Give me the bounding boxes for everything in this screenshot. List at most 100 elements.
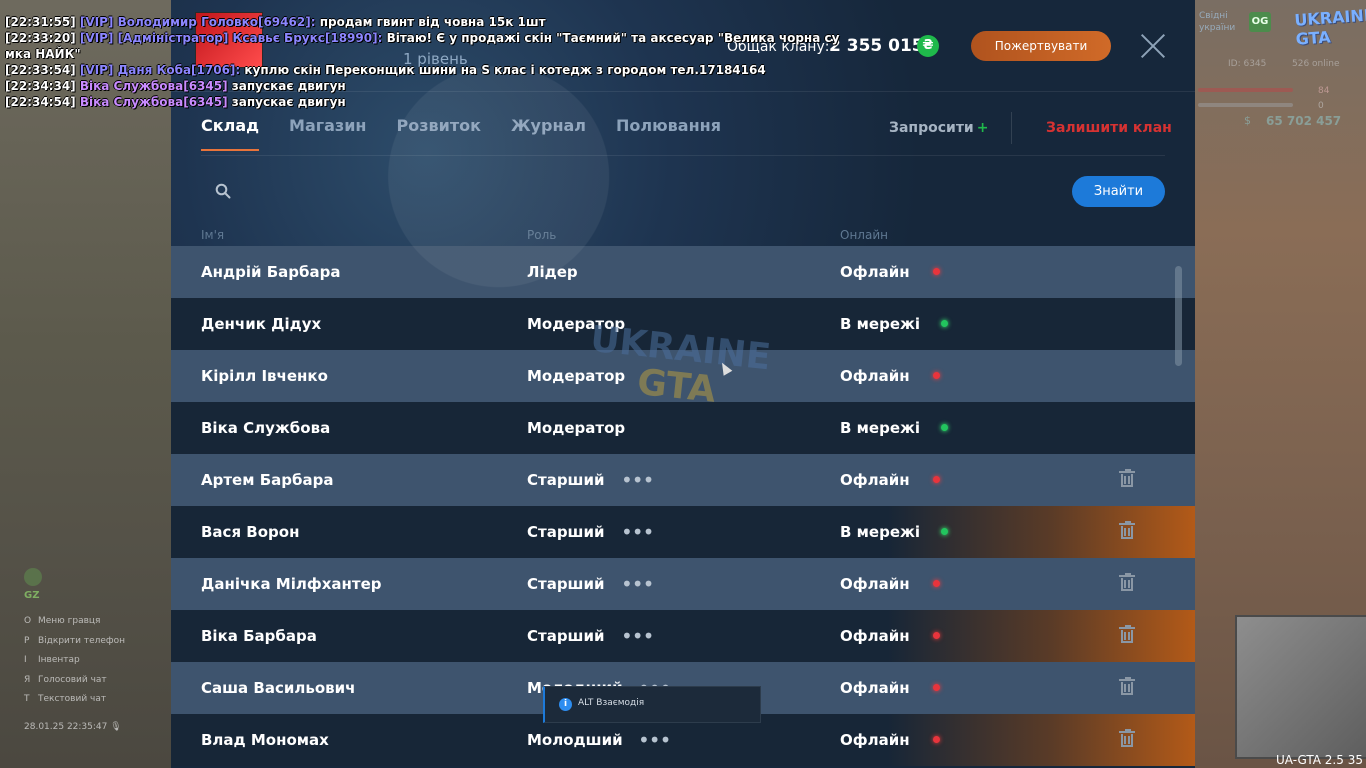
keybind-hint: Я Голосовий чат <box>24 675 125 695</box>
member-status: В мережі <box>840 419 921 437</box>
hint-label: Текстовий чат <box>38 694 107 704</box>
trash-icon[interactable] <box>1119 573 1135 591</box>
member-row[interactable]: Віка Барбара Старший ••• Офлайн <box>171 610 1195 662</box>
interaction-tooltip: i ALT Взаємодія <box>543 686 761 723</box>
hint-label: Голосовий чат <box>38 674 107 685</box>
member-name: Кірілл Івченко <box>201 367 328 385</box>
member-role: Старший <box>527 523 605 541</box>
search-icon <box>215 183 231 199</box>
member-role: Старший <box>527 471 605 489</box>
chat-nick: Віка Службова[6345] <box>79 95 228 109</box>
offline-status-dot <box>933 580 940 587</box>
member-row[interactable]: Віка Службова Модератор В мережі <box>171 402 1195 454</box>
member-role: Лідер <box>527 263 578 281</box>
tab-magazyn[interactable]: Магазин <box>289 116 366 151</box>
chat-line: [22:34:54] Віка Службова[6345] запускає … <box>5 94 839 110</box>
trash-icon[interactable] <box>1119 521 1135 539</box>
keybind-hints: O Меню гравця P Відкрити телефон I Інвентар Я Г… <box>24 616 125 714</box>
member-name: Саша Васильович <box>201 679 356 697</box>
trash-icon[interactable] <box>1119 677 1135 695</box>
hud-armor-bar <box>1198 103 1293 107</box>
member-name: Віка Барбара <box>201 627 317 645</box>
coin-icon: ₴ <box>917 35 939 57</box>
offline-status-dot <box>933 632 940 639</box>
tab-sklad[interactable]: Склад <box>201 116 260 151</box>
hud-player-id: ID: 6345 <box>1228 59 1267 69</box>
find-button[interactable]: Знайти <box>1072 176 1165 207</box>
tab-zhurnal[interactable]: Журнал <box>511 116 586 151</box>
more-options-icon[interactable]: ••• <box>638 730 671 750</box>
hint-key: P <box>24 635 30 646</box>
hint-key: Я <box>24 674 31 685</box>
chat-timestamp: [22:34:54] <box>5 95 76 109</box>
online-status-dot <box>941 320 948 327</box>
online-status-dot <box>941 528 948 535</box>
hint-key: I <box>24 655 27 665</box>
keybind-hint: O Меню гравця <box>24 616 125 636</box>
clan-tabs: Склад Магазин Розвиток Журнал Полювання <box>201 116 721 151</box>
chat-tag: [VIP] <box>79 31 114 45</box>
chat-tag: [VIP] <box>79 15 114 29</box>
members-scrollbar[interactable] <box>1175 266 1182 366</box>
member-row[interactable]: Данічка Мілфхантер Старший ••• Офлайн <box>171 558 1195 610</box>
chat-line: [22:33:54] [VIP] Даня Коба[1706]: куплю … <box>5 62 839 78</box>
more-options-icon[interactable]: ••• <box>621 626 654 646</box>
hint-label: Відкрити телефон <box>38 635 126 646</box>
hud-money: 65 702 457 <box>1266 114 1342 128</box>
offline-status-dot <box>933 268 940 275</box>
member-status: Офлайн <box>840 575 910 593</box>
member-row[interactable]: Вася Ворон Старший ••• В мережі <box>171 506 1195 558</box>
tabs-divider <box>201 155 1165 156</box>
hud-og-badge: OG <box>1249 12 1271 32</box>
chat-message: продам гвинт від човна 15к 1шт <box>319 15 546 29</box>
member-row[interactable]: Артем Барбара Старший ••• Офлайн <box>171 454 1195 506</box>
hint-key: O <box>24 616 32 626</box>
chat-line: [22:33:20] [VIP] [Адміністратор] Ксавьє … <box>5 30 839 46</box>
chat-message: мка НАЙК" <box>5 47 81 61</box>
trash-icon[interactable] <box>1119 729 1135 747</box>
online-status-dot <box>941 424 948 431</box>
member-name: Данічка Мілфхантер <box>201 575 382 593</box>
hud-health-bar <box>1198 88 1293 92</box>
hint-label: Інвентар <box>38 655 80 665</box>
hud-datetime: 28.01.25 22:35:47 🎙 <box>24 722 122 732</box>
game-version: UA-GTA 2.5 35 <box>1276 753 1363 767</box>
trash-icon[interactable] <box>1119 469 1135 487</box>
member-status: Офлайн <box>840 679 910 697</box>
trash-icon[interactable] <box>1119 625 1135 643</box>
more-options-icon[interactable]: ••• <box>621 574 654 594</box>
invite-button[interactable]: Запросити + <box>889 120 988 136</box>
chat-timestamp: [22:33:54] <box>5 63 76 77</box>
chat-timestamp: [22:33:20] <box>5 31 76 45</box>
hud-logo: UKRAINE GTA <box>1293 5 1366 49</box>
hint-label: Меню гравця <box>38 616 101 626</box>
close-icon[interactable] <box>1139 32 1167 60</box>
chat-nick: [Адміністратор] Ксавьє Брукс[18990]: <box>117 31 383 45</box>
chat-message: Вітаю! Є у продажі скін "Таємний" та акс… <box>386 31 840 45</box>
member-status: Офлайн <box>840 471 910 489</box>
member-name: Денчик Дідух <box>201 315 322 333</box>
member-status: В мережі <box>840 523 921 541</box>
tab-rozvytok[interactable]: Розвиток <box>396 116 480 151</box>
actions-divider <box>1011 112 1012 144</box>
offline-status-dot <box>933 684 940 691</box>
column-header-role: Роль <box>527 228 557 242</box>
gz-label: GZ <box>24 590 40 601</box>
offline-status-dot <box>933 372 940 379</box>
keybind-hint: P Відкрити телефон <box>24 636 125 656</box>
donate-button[interactable]: Пожертвувати <box>971 31 1111 61</box>
member-status: В мережі <box>840 315 921 333</box>
chat-line: [22:31:55] [VIP] Володимир Головко[69462… <box>5 14 839 30</box>
tab-poliuvannia[interactable]: Полювання <box>616 116 721 151</box>
column-header-name: Ім'я <box>201 228 225 242</box>
member-name: Віка Службова <box>201 419 331 437</box>
hud-health-value: 84 <box>1318 86 1330 96</box>
search-input[interactable] <box>241 178 1045 206</box>
more-options-icon[interactable]: ••• <box>621 522 654 542</box>
member-row[interactable]: Андрій Барбара Лідер Офлайн <box>171 246 1195 298</box>
leave-clan-button[interactable]: Залишити клан <box>1046 120 1172 136</box>
more-options-icon[interactable]: ••• <box>621 470 654 490</box>
member-status: Офлайн <box>840 627 910 645</box>
gz-icon <box>24 568 42 586</box>
money-icon: $ <box>1244 114 1251 127</box>
